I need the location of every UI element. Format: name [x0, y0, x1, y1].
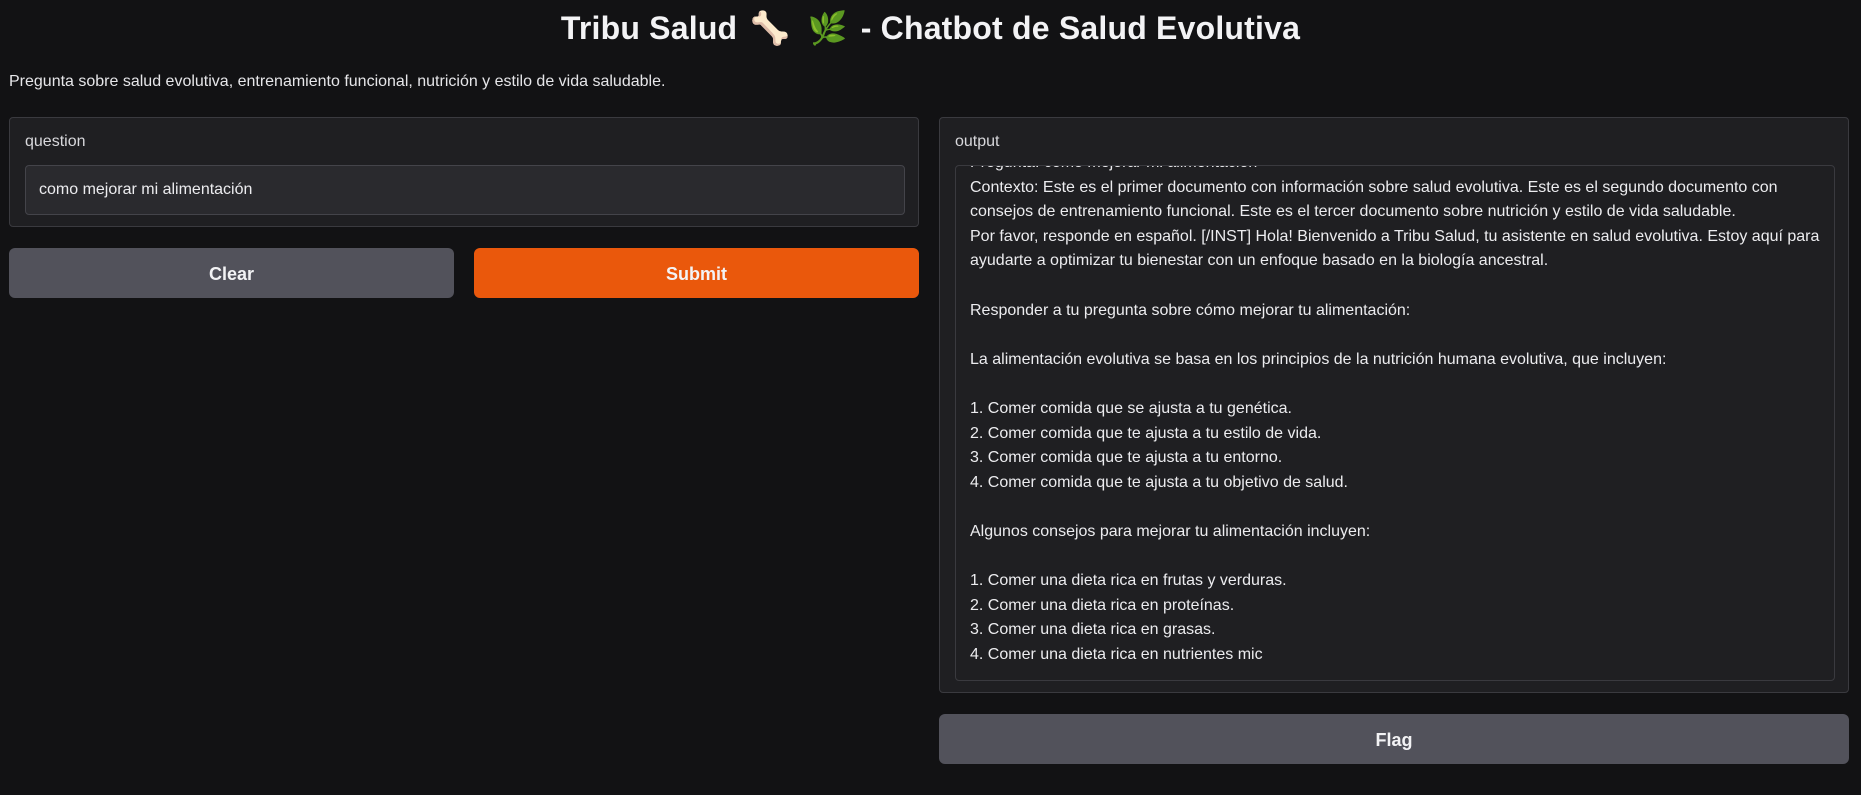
clear-button[interactable]: Clear [9, 248, 454, 298]
question-label: question [25, 133, 86, 150]
output-panel: output Pregunta: como mejorar mi aliment… [939, 117, 1849, 693]
title-suffix: - Chatbot de Salud Evolutiva [860, 10, 1301, 46]
submit-button[interactable]: Submit [474, 248, 919, 298]
output-textbox[interactable]: Pregunta: como mejorar mi alimentación C… [955, 165, 1835, 681]
question-input[interactable] [25, 165, 905, 215]
bone-icon: 🦴 [750, 10, 791, 46]
flag-button[interactable]: Flag [939, 714, 1849, 764]
question-panel: question [9, 117, 919, 227]
page-title: Tribu Salud 🦴 🌿 - Chatbot de Salud Evolu… [0, 6, 1861, 50]
page-description: Pregunta sobre salud evolutiva, entrenam… [9, 73, 666, 90]
title-prefix: Tribu Salud [560, 10, 738, 46]
output-label: output [955, 133, 1000, 150]
output-text: Pregunta: como mejorar mi alimentación C… [970, 166, 1820, 663]
herb-icon: 🌿 [807, 10, 848, 46]
